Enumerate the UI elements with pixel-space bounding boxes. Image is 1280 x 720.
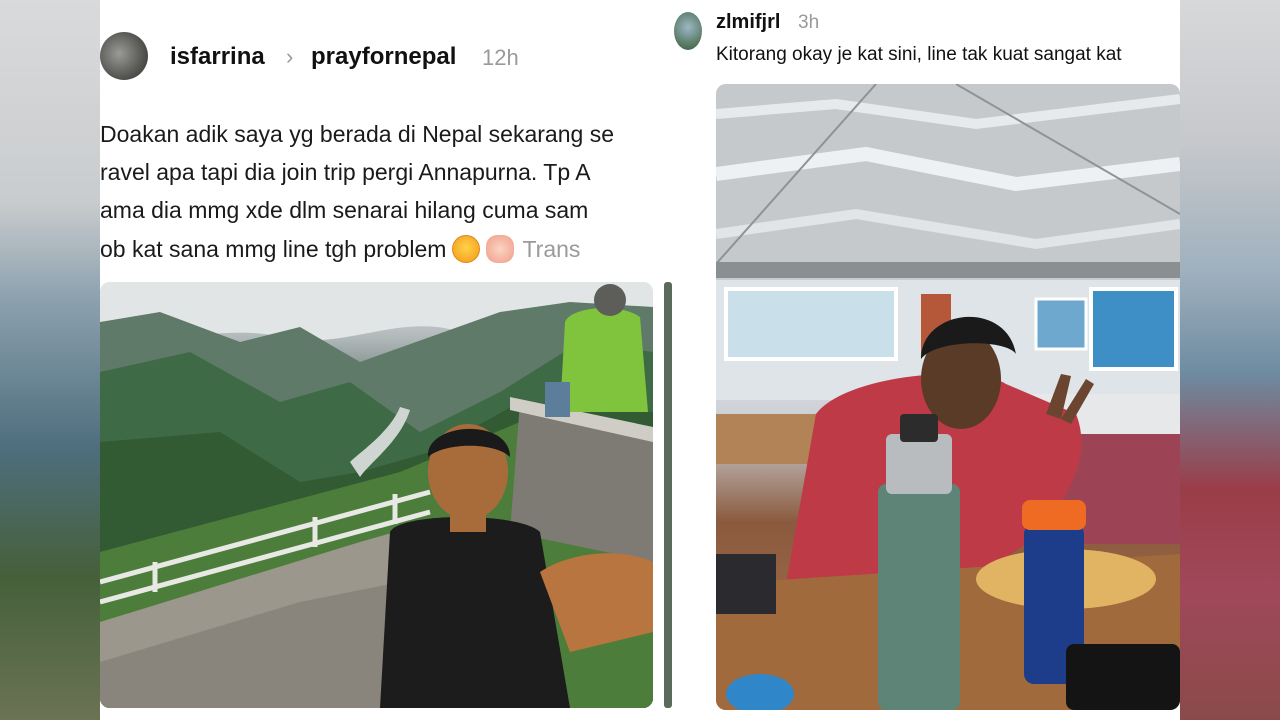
photo-illustration: [716, 84, 1180, 710]
caption-line: ravel apa tapi dia join trip pergi Annap…: [100, 159, 591, 185]
translate-link[interactable]: Trans: [522, 236, 580, 262]
chevron-right-icon: ›: [286, 44, 294, 69]
post-photo-mountain-selfie[interactable]: [100, 282, 653, 708]
blurred-background-left: [0, 0, 100, 720]
post-timestamp: 12h: [482, 45, 519, 70]
avatar[interactable]: [100, 32, 148, 80]
next-photo-peek[interactable]: [664, 282, 672, 708]
photo-illustration: [100, 282, 653, 708]
blurred-background-right: [1180, 0, 1280, 720]
post-timestamp: 3h: [798, 12, 820, 33]
post-caption: Kitorang okay je kat sini, line tak kuat…: [716, 44, 1122, 65]
caption-line: ama dia mmg xde dlm senarai hilang cuma …: [100, 197, 589, 223]
post-username[interactable]: isfarrina: [170, 43, 265, 71]
caption-text: ob kat sana mmg line tgh problem: [100, 236, 447, 262]
caption-line-last: ob kat sana mmg line tgh problem Trans: [100, 235, 674, 263]
praying-hands-icon: [486, 235, 515, 263]
pleading-face-icon: [452, 235, 481, 263]
avatar[interactable]: [674, 12, 702, 50]
post-photo-teahouse[interactable]: [716, 84, 1180, 710]
post-username[interactable]: zlmifjrl: [716, 11, 780, 34]
caption-line: Doakan adik saya yg berada di Nepal seka…: [100, 121, 614, 147]
community-name[interactable]: prayfornepal: [311, 43, 456, 71]
